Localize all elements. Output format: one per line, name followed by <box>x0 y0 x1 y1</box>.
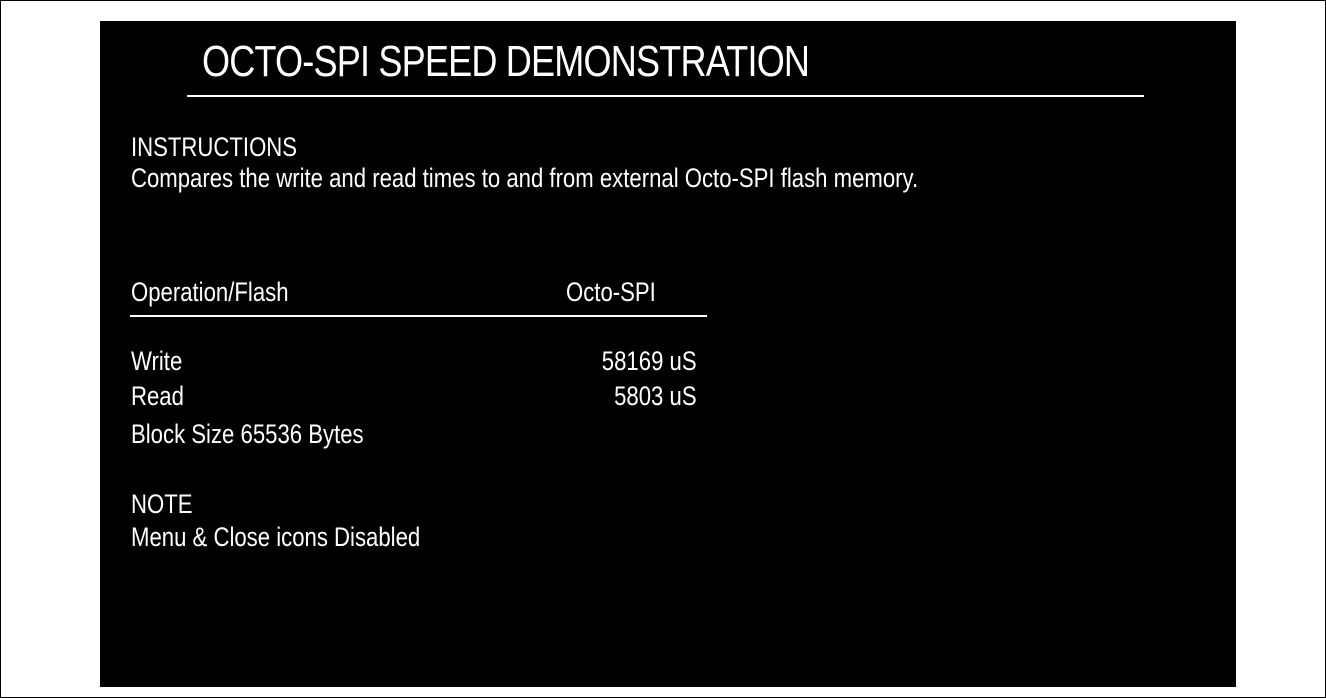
table-header-divider <box>130 315 707 317</box>
instructions-text: Compares the write and read times to and… <box>131 163 919 193</box>
table-header-flash: Octo-SPI <box>566 277 656 307</box>
row-read-value: 5803 uS <box>614 381 697 411</box>
table-header-operation: Operation/Flash <box>131 277 289 307</box>
page-frame: OCTO-SPI SPEED DEMONSTRATION INSTRUCTION… <box>0 0 1326 698</box>
instructions-heading: INSTRUCTIONS <box>131 132 298 162</box>
note-text: Menu & Close icons Disabled <box>131 522 421 552</box>
page-title: OCTO-SPI SPEED DEMONSTRATION <box>202 37 810 86</box>
row-write-value: 58169 uS <box>602 346 697 376</box>
display-screen: OCTO-SPI SPEED DEMONSTRATION INSTRUCTION… <box>100 21 1236 687</box>
row-read-label: Read <box>131 381 184 411</box>
row-write-label: Write <box>131 346 183 376</box>
block-size-text: Block Size 65536 Bytes <box>131 419 364 449</box>
title-divider <box>187 95 1144 97</box>
note-heading: NOTE <box>131 489 193 519</box>
